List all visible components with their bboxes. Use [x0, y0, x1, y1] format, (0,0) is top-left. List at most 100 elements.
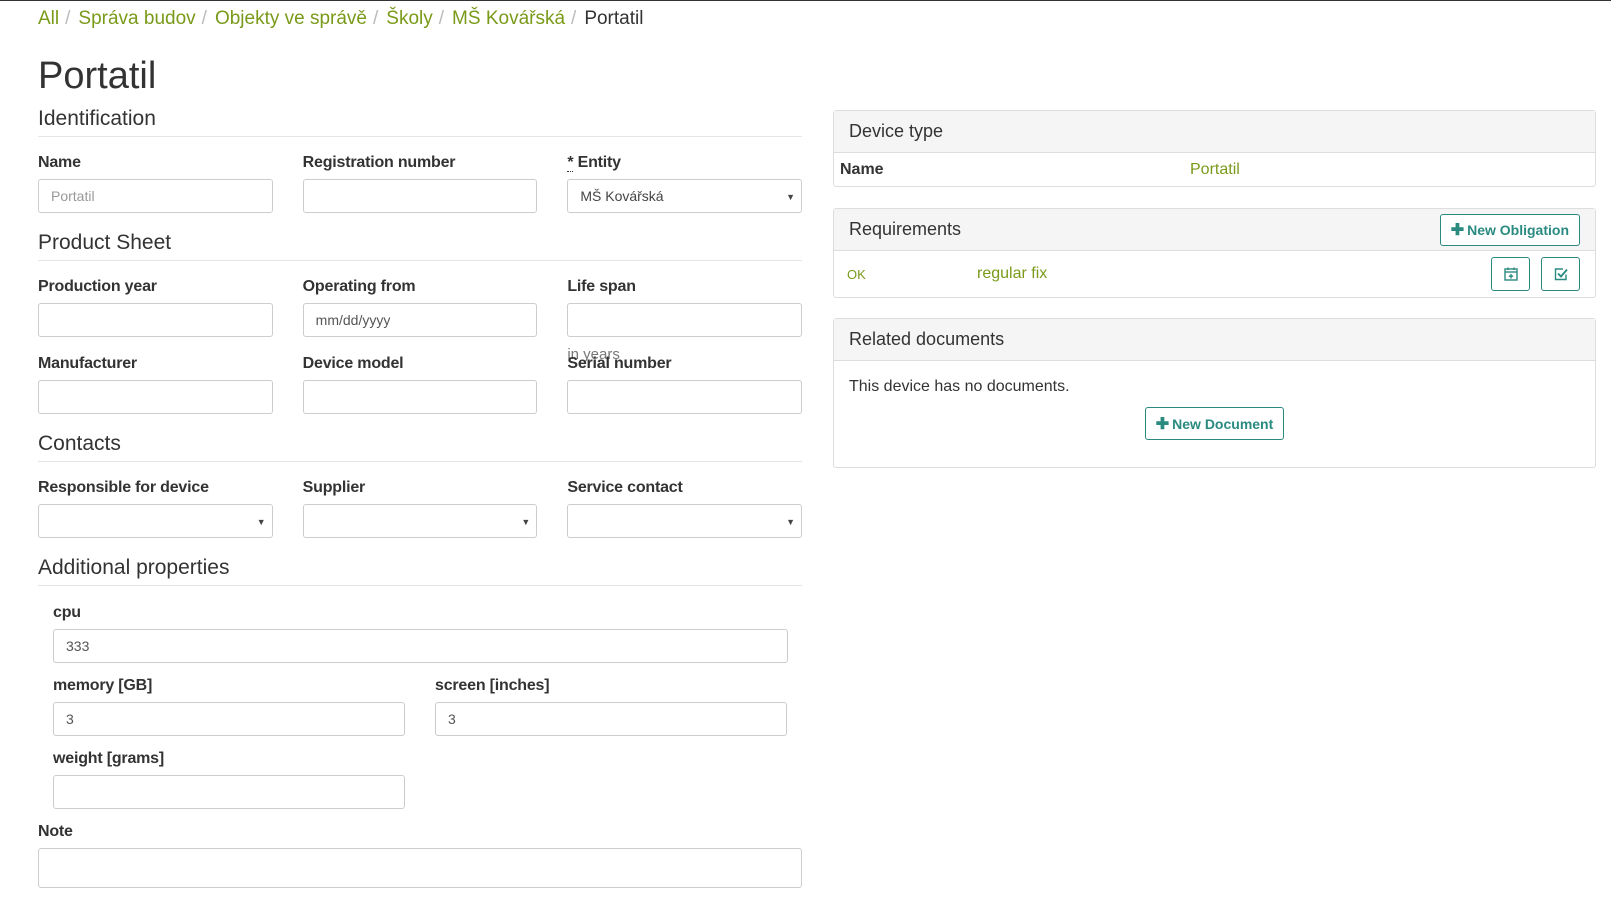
operating-from-label: Operating from	[302, 278, 416, 295]
responsible-group: Responsible for device ▼	[38, 479, 273, 538]
screen-value: 3	[448, 711, 456, 727]
life-span-label: Life span	[567, 278, 636, 295]
breadcrumb-separator: /	[373, 8, 379, 29]
breadcrumb-separator: /	[201, 8, 207, 29]
related-documents-heading: Related documents	[834, 319, 1595, 361]
entity-select[interactable]: MŠ Kovářská ▼	[567, 179, 803, 213]
production-year-label: Production year	[38, 278, 157, 295]
memory-value: 3	[66, 711, 74, 727]
memory-label: memory [GB]	[53, 677, 153, 694]
additional-properties: cpu 333 memory [GB] 3 screen [inches] 3 …	[38, 604, 802, 809]
no-documents-text: This device has no documents.	[849, 378, 1070, 395]
breadcrumb-ms-kovarska[interactable]: MŠ Kovářská	[452, 8, 565, 30]
note-group: Note	[38, 823, 802, 888]
requirements-title: Requirements	[849, 219, 962, 239]
cpu-value: 333	[66, 638, 90, 654]
breadcrumb: All / Správa budov / Objekty ve správě / Šk…	[38, 8, 643, 30]
entity-label: * Entity	[567, 154, 802, 172]
new-document-button[interactable]: ✚ New Document	[1144, 407, 1285, 440]
device-model-label: Device model	[302, 355, 404, 372]
breadcrumb-sprava-budov[interactable]: Správa budov	[78, 8, 195, 30]
requirement-link[interactable]: regular fix	[977, 265, 1047, 283]
device-model-input[interactable]	[302, 380, 538, 414]
related-documents-body: This device has no documents. ✚ New Docu…	[834, 361, 1595, 440]
responsible-select[interactable]: ▼	[38, 504, 273, 538]
calendar-plus-icon	[1503, 267, 1518, 281]
requirement-row: OK regular fix	[834, 251, 1595, 297]
device-type-name-label: Name	[840, 160, 884, 178]
device-type-name-link[interactable]: Portatil	[1190, 161, 1240, 179]
related-documents-title: Related documents	[849, 329, 1005, 349]
registration-field-group: Registration number	[302, 154, 538, 213]
cpu-group: cpu 333	[53, 604, 788, 663]
entity-select-value: MŠ Kovářská	[580, 188, 664, 204]
breadcrumb-skoly[interactable]: Školy	[386, 8, 432, 30]
section-additional-title: Additional properties	[38, 556, 802, 586]
operating-from-group: Operating from mm/dd/yyyy	[302, 278, 538, 363]
requirement-actions	[1491, 257, 1580, 291]
serial-number-group: Serial number	[567, 355, 803, 414]
new-obligation-button[interactable]: ✚ New Obligation	[1439, 213, 1580, 246]
manufacturer-label: Manufacturer	[38, 355, 137, 372]
caret-down-icon: ▼	[521, 517, 531, 527]
name-field-group: Name Portatil	[38, 154, 273, 213]
breadcrumb-separator: /	[571, 8, 577, 29]
weight-label: weight [grams]	[53, 750, 164, 767]
screen-group: screen [inches] 3	[435, 677, 787, 736]
schedule-button[interactable]	[1491, 257, 1530, 291]
plus-icon: ✚	[1155, 415, 1170, 433]
note-label: Note	[38, 823, 73, 840]
caret-down-icon: ▼	[256, 517, 266, 527]
requirement-status: OK	[847, 266, 866, 282]
supplier-group: Supplier ▼	[302, 479, 538, 538]
operating-from-placeholder: mm/dd/yyyy	[315, 312, 391, 328]
weight-group: weight [grams]	[53, 750, 405, 809]
breadcrumb-objekty[interactable]: Objekty ve správě	[215, 8, 367, 30]
memory-group: memory [GB] 3	[53, 677, 405, 736]
serial-number-input[interactable]	[567, 380, 803, 414]
section-product-sheet-title: Product Sheet	[38, 231, 802, 261]
manufacturer-input[interactable]	[38, 380, 273, 414]
new-obligation-label: New Obligation	[1467, 221, 1569, 238]
screen-label: screen [inches]	[435, 677, 550, 694]
cpu-label: cpu	[53, 604, 81, 621]
screen-input[interactable]: 3	[435, 702, 787, 736]
registration-input[interactable]	[302, 179, 538, 213]
cpu-input[interactable]: 333	[53, 629, 788, 663]
production-year-input[interactable]	[38, 303, 273, 337]
life-span-input[interactable]	[567, 303, 803, 337]
check-square-icon	[1554, 268, 1568, 281]
device-type-row: Name Portatil	[834, 153, 1595, 186]
operating-from-input[interactable]: mm/dd/yyyy	[302, 303, 538, 337]
service-contact-label: Service contact	[567, 479, 683, 496]
name-input-placeholder: Portatil	[51, 188, 95, 204]
requirements-panel: Requirements ✚ New Obligation OK regular…	[833, 208, 1596, 298]
device-model-group: Device model	[302, 355, 538, 414]
new-document-label: New Document	[1172, 415, 1274, 432]
device-form: Identification Name Portatil Registratio…	[38, 107, 803, 888]
breadcrumb-separator: /	[65, 8, 71, 29]
mark-done-button[interactable]	[1541, 257, 1580, 291]
related-documents-panel: Related documents This device has no doc…	[833, 318, 1596, 468]
responsible-label: Responsible for device	[38, 479, 209, 496]
plus-icon: ✚	[1450, 221, 1465, 239]
service-contact-select[interactable]: ▼	[567, 504, 803, 538]
entity-field-group: * Entity MŠ Kovářská ▼	[567, 154, 803, 213]
manufacturer-group: Manufacturer	[38, 355, 273, 414]
breadcrumb-all[interactable]: All	[38, 8, 59, 30]
breadcrumb-current: Portatil	[584, 8, 644, 29]
name-input[interactable]: Portatil	[38, 179, 273, 213]
registration-label: Registration number	[302, 154, 456, 171]
note-textarea[interactable]	[38, 848, 802, 888]
caret-down-icon: ▼	[786, 192, 796, 202]
device-type-title: Device type	[849, 121, 944, 141]
section-identification-title: Identification	[38, 107, 802, 137]
page-title: Portatil	[38, 55, 157, 97]
caret-down-icon: ▼	[786, 517, 796, 527]
life-span-group: Life span in years	[567, 278, 803, 363]
memory-input[interactable]: 3	[53, 702, 405, 736]
supplier-select[interactable]: ▼	[302, 504, 538, 538]
weight-input[interactable]	[53, 775, 405, 809]
requirements-heading: Requirements ✚ New Obligation	[834, 209, 1595, 251]
device-type-panel: Device type Name Portatil	[833, 110, 1596, 187]
